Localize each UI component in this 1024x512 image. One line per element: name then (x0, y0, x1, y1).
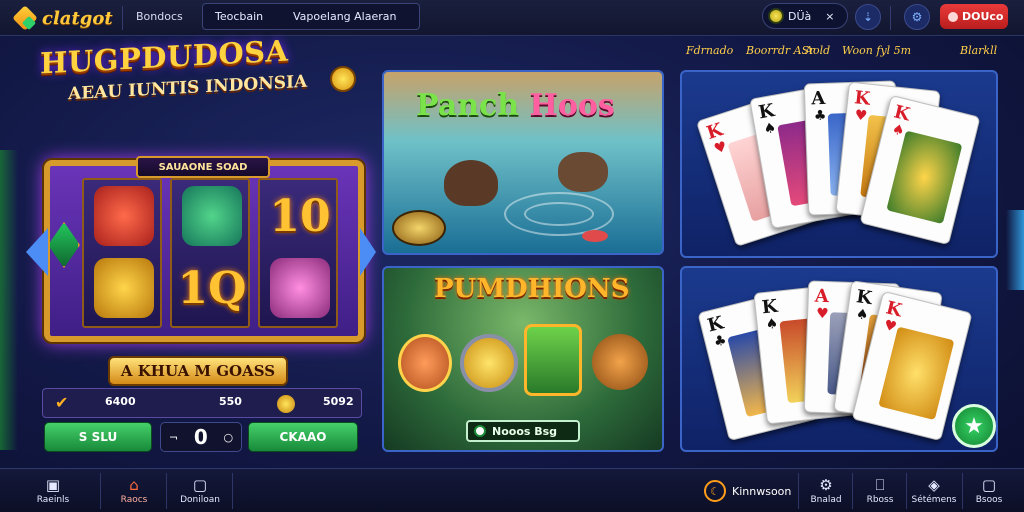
bottom-nav-item-3[interactable]: ▢ Doniloan (170, 469, 230, 512)
gift-button[interactable]: DOUco (940, 4, 1008, 29)
divider (100, 473, 101, 509)
gold-token-icon (460, 334, 518, 392)
bottom-nav-item-1[interactable]: ▣ Raeinls (10, 469, 96, 512)
gold-coin-icon (392, 210, 446, 246)
promo-item[interactable]: ☾ Kinnwsoon (704, 477, 791, 505)
divider (232, 473, 233, 509)
gift-label: DOUco (962, 10, 1004, 23)
divider (962, 473, 963, 509)
arrow-down-icon: ⇣ (862, 10, 874, 24)
puffer-character-icon (398, 334, 452, 392)
gear-icon: ⚙ (911, 10, 923, 24)
stepper-minus-icon[interactable]: ¬ (169, 431, 178, 444)
next-arrow-icon[interactable] (360, 228, 376, 276)
gold-coin-icon (330, 66, 356, 92)
bet-row: ✔ 6400 550 5092 (42, 388, 362, 418)
symbol-1q: 1Q (177, 262, 247, 314)
bottom-nav-item-4[interactable]: ⚙ Bnalad (802, 469, 850, 512)
bet-value-2: 550 (219, 395, 242, 408)
settings-button[interactable]: ⚙ (904, 4, 930, 30)
nav-edge-right (1006, 210, 1024, 290)
treasure-chest-icon (524, 324, 582, 396)
search-tab-2[interactable]: Vapoelang Alaeran (289, 10, 396, 23)
balance-label: DÜà (788, 9, 812, 23)
settings-icon: ◈ (928, 476, 940, 494)
coin-icon (277, 395, 295, 413)
game-tile-fishing[interactable]: Panch Hoos (382, 70, 664, 255)
green-fish-symbol-icon (182, 186, 242, 246)
divider (798, 473, 799, 509)
divider (166, 473, 167, 509)
subbar-item-3[interactable]: Aold (805, 44, 830, 57)
bottom-nav-item-6[interactable]: ◈ Sétémens (908, 469, 960, 512)
balance-pill[interactable]: DÜà × (762, 3, 848, 29)
gift-icon (948, 11, 958, 22)
logo-text: clatgot (42, 7, 113, 29)
prev-arrow-icon[interactable] (26, 228, 48, 276)
bet-stepper[interactable]: ¬ 0 ○ (160, 422, 242, 452)
search-tab-1[interactable]: Teocbain (203, 10, 289, 23)
subbar-item-1[interactable]: Fdrnado (686, 44, 733, 57)
chip-icon (582, 230, 608, 242)
play-label: Nooos Bsg (492, 424, 558, 438)
box-icon: ▣ (45, 476, 61, 494)
nav-bondocs[interactable]: Bondocs (136, 10, 183, 23)
bottom-nav-item-7[interactable]: ▢ Bsoos (964, 469, 1014, 512)
subbar-item-5[interactable]: Blarkll (960, 44, 997, 57)
jungle-leaves-left (0, 150, 18, 450)
subbar-item-4[interactable]: Woon fyl 5m (842, 44, 911, 57)
reel-2: 1Q (170, 178, 250, 328)
game-title-pumdhions: PUMDHIONS (434, 274, 630, 304)
square-icon: ▢ (981, 476, 997, 494)
red-fish-symbol-icon (94, 186, 154, 246)
moon-icon: ☾ (704, 480, 726, 502)
home-icon: ⌂ (129, 476, 139, 494)
reel-badge: SAUAONE SOAD (136, 156, 270, 178)
beaver-icon (558, 152, 608, 192)
water-ripple (524, 202, 594, 226)
spin-right-button[interactable]: CKAAO (248, 422, 358, 452)
spin-left-button[interactable]: S SLU (44, 422, 152, 452)
card-face-art (886, 130, 963, 225)
bottom-nav-item-5[interactable]: ⎕ Rboss (856, 469, 904, 512)
top-bar: clatgot Bondocs Teocbain Vapoelang Alaer… (0, 0, 1024, 36)
arrow-down-button[interactable]: ⇣ (855, 4, 881, 30)
otter-icon (444, 160, 498, 206)
sun-emblem-icon (878, 326, 955, 421)
reel-3: 10 (258, 178, 338, 328)
bet-value-3: 5092 (323, 395, 354, 408)
divider (890, 6, 891, 30)
bear-character-icon (592, 334, 648, 390)
pink-fish-symbol-icon (270, 258, 330, 318)
coin-icon (768, 8, 784, 24)
play-icon (474, 425, 486, 437)
stepper-plus-icon[interactable]: ○ (224, 431, 234, 444)
logo-icon (12, 5, 38, 31)
divider (906, 473, 907, 509)
search-tabs[interactable]: Teocbain Vapoelang Alaeran (202, 3, 420, 30)
game-title-fishing: Panch Hoos (416, 88, 615, 123)
bottom-nav-item-2[interactable]: ⌂ Raocs (104, 469, 164, 512)
gear-icon: ⚙ (819, 476, 833, 494)
stepper-value: 0 (193, 425, 208, 449)
logo[interactable]: clatgot (12, 5, 113, 31)
monitor-icon: ⎕ (875, 476, 885, 494)
lion-symbol-icon (94, 258, 154, 318)
slot-title: HUGPDUDOSA (40, 33, 289, 81)
play-button[interactable]: Nooos Bsg (466, 420, 580, 442)
close-icon[interactable]: × (825, 10, 834, 23)
bottom-bar: ▣ Raeinls ⌂ Raocs ▢ Doniloan ☾ Kinnwsoon… (0, 468, 1024, 512)
symbol-10: 10 (269, 190, 331, 242)
star-icon: ★ (964, 413, 984, 439)
favorite-star-button[interactable]: ★ (952, 404, 996, 448)
download-icon: ▢ (192, 476, 208, 494)
game-tile-pumdhions[interactable]: PUMDHIONS Nooos Bsg (382, 266, 664, 452)
bet-banner: A KHUA M GOASS (108, 356, 288, 386)
bet-value-1: 6400 (105, 395, 136, 408)
divider (852, 473, 853, 509)
reel-1 (82, 178, 162, 328)
check-icon[interactable]: ✔ (55, 393, 68, 412)
divider (122, 6, 123, 30)
